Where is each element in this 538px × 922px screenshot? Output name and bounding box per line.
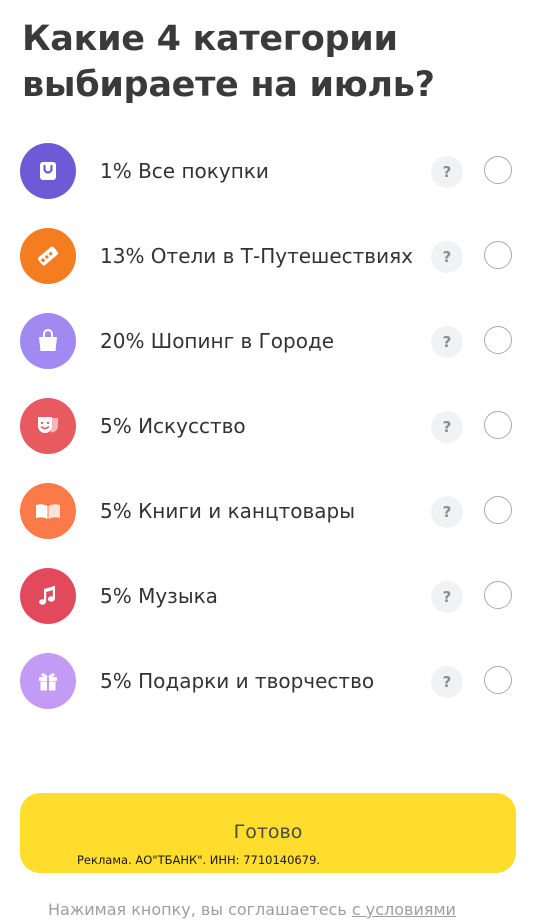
help-button[interactable]: ? xyxy=(431,496,463,528)
shopping-bag-icon xyxy=(40,162,56,180)
category-radio[interactable] xyxy=(484,326,512,354)
terms-link[interactable]: с условиями xyxy=(352,900,456,919)
help-button[interactable]: ? xyxy=(431,326,463,358)
category-list: 1% Все покупки ? 13% Отели в Т-Путешеств… xyxy=(0,128,538,723)
category-icon-badge xyxy=(20,398,76,454)
category-radio[interactable] xyxy=(484,241,512,269)
category-label: 1% Все покупки xyxy=(100,159,269,183)
category-label: 5% Подарки и творчество xyxy=(100,669,375,693)
category-item-all-purchases[interactable]: 1% Все покупки ? xyxy=(0,128,538,213)
category-label: 5% Музыка xyxy=(100,584,218,608)
open-book-icon xyxy=(36,504,60,519)
page-title: Какие 4 категории выбираете на июль? xyxy=(22,19,435,105)
help-button[interactable]: ? xyxy=(431,411,463,443)
category-icon-badge xyxy=(20,143,76,199)
music-note-icon xyxy=(39,586,55,605)
category-icon-badge xyxy=(20,313,76,369)
category-label: 5% Книги и канцтовары xyxy=(100,499,356,523)
gift-icon xyxy=(39,673,57,691)
category-item-gifts[interactable]: 5% Подарки и творчество ? xyxy=(0,638,538,723)
category-icon-badge xyxy=(20,568,76,624)
theater-masks-icon xyxy=(38,417,58,433)
category-label: 20% Шопинг в Городе xyxy=(100,329,335,353)
category-label: 13% Отели в Т-Путешествиях xyxy=(100,244,413,268)
terms-notice: Нажимая кнопку, вы соглашаетесь с услови… xyxy=(48,900,456,920)
help-button[interactable]: ? xyxy=(431,156,463,188)
category-item-city-shopping[interactable]: 20% Шопинг в Городе ? xyxy=(0,298,538,383)
help-button[interactable]: ? xyxy=(431,581,463,613)
terms-text: Нажимая кнопку, вы соглашаетесь xyxy=(48,900,352,919)
hotel-key-tag-icon xyxy=(37,246,59,266)
category-icon-badge xyxy=(20,653,76,709)
category-radio[interactable] xyxy=(484,496,512,524)
category-icon-badge xyxy=(20,483,76,539)
shopping-bag-icon xyxy=(39,329,57,351)
ad-disclaimer: Реклама. АО"ТБАНК". ИНН: 7710140679. xyxy=(77,853,321,867)
category-item-hotels[interactable]: 13% Отели в Т-Путешествиях ? xyxy=(0,213,538,298)
category-item-books[interactable]: 5% Книги и канцтовары ? xyxy=(0,468,538,553)
category-item-art[interactable]: 5% Искусство ? xyxy=(0,383,538,468)
done-button[interactable]: Готово Реклама. АО"ТБАНК". ИНН: 77101406… xyxy=(20,793,516,873)
category-item-music[interactable]: 5% Музыка ? xyxy=(0,553,538,638)
done-button-label: Готово xyxy=(233,821,303,843)
category-radio[interactable] xyxy=(484,581,512,609)
category-icon-badge xyxy=(20,228,76,284)
category-radio[interactable] xyxy=(484,411,512,439)
category-label: 5% Искусство xyxy=(100,414,246,438)
category-radio[interactable] xyxy=(484,666,512,694)
help-button[interactable]: ? xyxy=(431,241,463,273)
help-button[interactable]: ? xyxy=(431,666,463,698)
category-radio[interactable] xyxy=(484,156,512,184)
